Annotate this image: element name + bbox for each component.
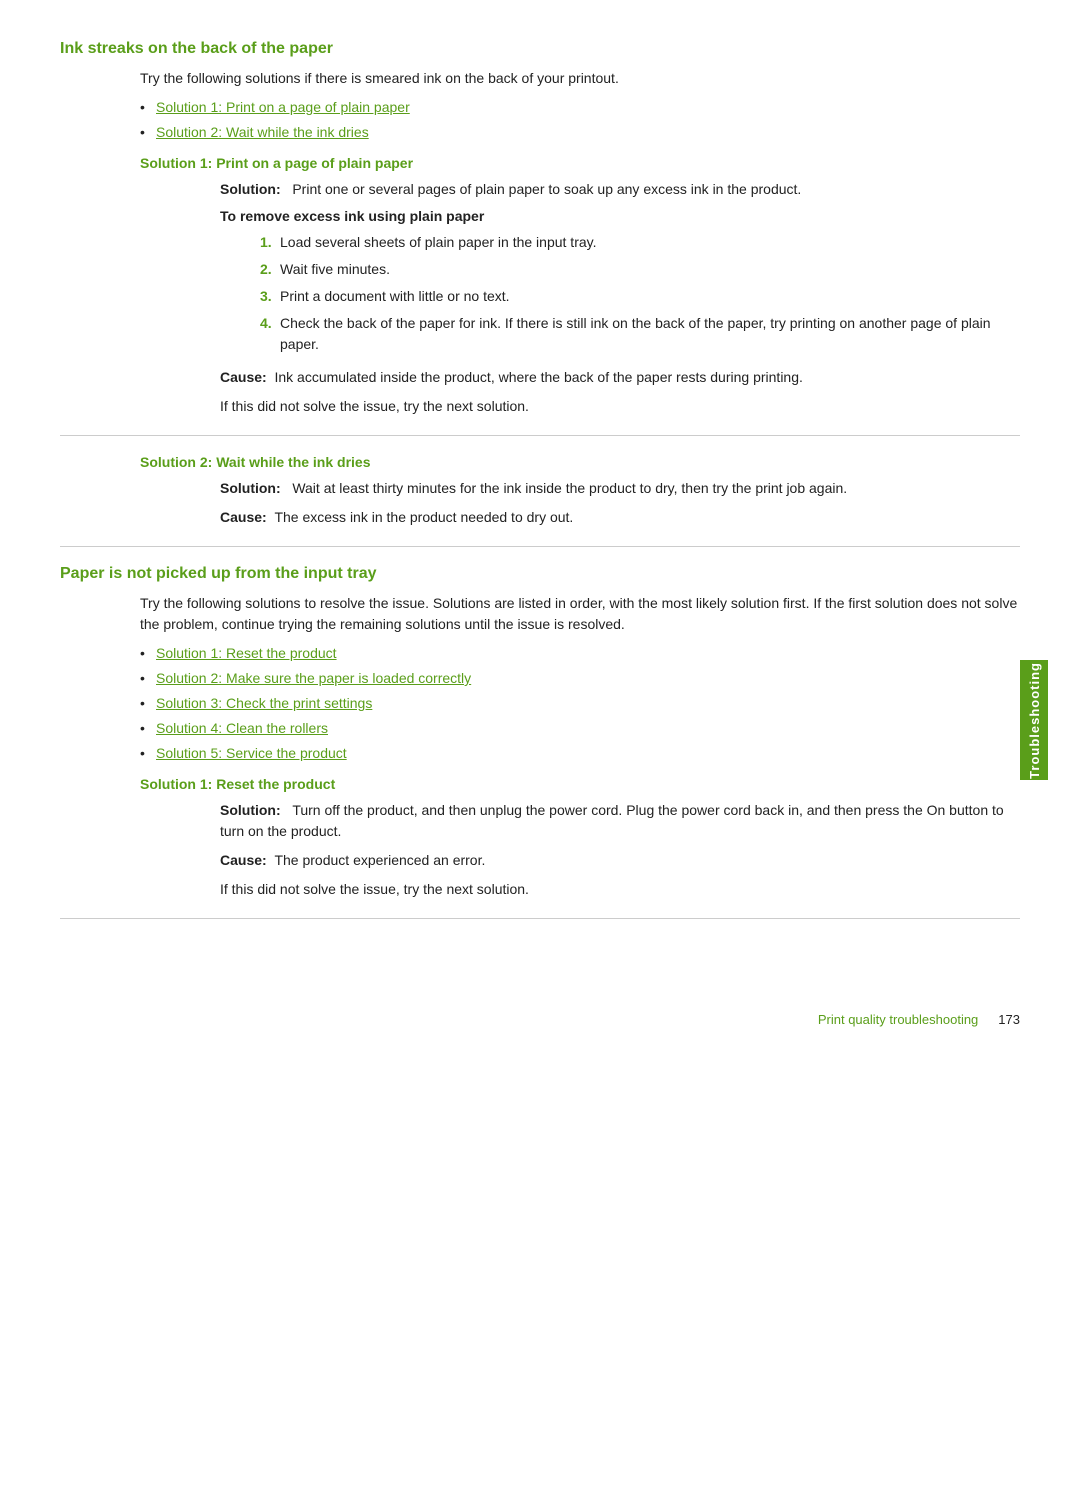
section2-if-text: If this did not solve the issue, try the… bbox=[220, 879, 1020, 900]
footer-link[interactable]: Print quality troubleshooting bbox=[818, 1012, 978, 1027]
section2-cause1-text: The product experienced an error. bbox=[274, 852, 485, 868]
page-content: Ink streaks on the back of the paper Try… bbox=[60, 0, 1020, 997]
section2-intro: Try the following solutions to resolve t… bbox=[140, 593, 1020, 635]
section1-link-list: Solution 1: Print on a page of plain pap… bbox=[140, 97, 1020, 143]
list-item: Solution 2: Wait while the ink dries bbox=[140, 122, 1020, 143]
link-s4-clean-rollers[interactable]: Solution 4: Clean the rollers bbox=[156, 720, 328, 736]
list-item: 2. Wait five minutes. bbox=[260, 259, 1020, 280]
link-solution2-ink-dries[interactable]: Solution 2: Wait while the ink dries bbox=[156, 124, 369, 140]
cause1-label: Cause: bbox=[220, 369, 267, 385]
section2-cause1: Cause: The product experienced an error. bbox=[220, 850, 1020, 871]
solution1-text: Solution: Print one or several pages of … bbox=[220, 179, 1020, 200]
section2-solution1-block: Solution 1: Reset the product Solution: … bbox=[140, 776, 1020, 900]
cause2-text: The excess ink in the product needed to … bbox=[274, 509, 573, 525]
link-s3-print-settings[interactable]: Solution 3: Check the print settings bbox=[156, 695, 372, 711]
solution1-heading: Solution 1: Print on a page of plain pap… bbox=[140, 155, 1020, 171]
link-s5-service[interactable]: Solution 5: Service the product bbox=[156, 745, 347, 761]
section2-solution1-text: Solution: Turn off the product, and then… bbox=[220, 800, 1020, 842]
list-item: 1. Load several sheets of plain paper in… bbox=[260, 232, 1020, 253]
solution2-label: Solution: bbox=[220, 480, 281, 496]
section-paper-not-picked: Paper is not picked up from the input tr… bbox=[60, 565, 1020, 919]
link-s2-paper-loaded[interactable]: Solution 2: Make sure the paper is loade… bbox=[156, 670, 471, 686]
solution1-steps: 1. Load several sheets of plain paper in… bbox=[260, 232, 1020, 355]
side-tab-label: Troubleshooting bbox=[1027, 662, 1042, 779]
section2-solution1-body: Turn off the product, and then unplug th… bbox=[220, 802, 1004, 839]
list-item: Solution 3: Check the print settings bbox=[140, 693, 1020, 714]
section1-intro: Try the following solutions if there is … bbox=[140, 68, 1020, 89]
step2-text: Wait five minutes. bbox=[280, 261, 390, 277]
step3-text: Print a document with little or no text. bbox=[280, 288, 510, 304]
side-tab: Troubleshooting bbox=[1020, 660, 1048, 780]
section-ink-streaks: Ink streaks on the back of the paper Try… bbox=[60, 40, 1020, 547]
solution2-block: Solution 2: Wait while the ink dries Sol… bbox=[140, 454, 1020, 528]
divider1 bbox=[60, 435, 1020, 436]
solution1-subheading: To remove excess ink using plain paper bbox=[220, 208, 1020, 224]
section2-cause1-label: Cause: bbox=[220, 852, 267, 868]
divider2 bbox=[60, 546, 1020, 547]
solution1-label: Solution: bbox=[220, 181, 281, 197]
solution1-if-text: If this did not solve the issue, try the… bbox=[220, 396, 1020, 417]
step1-text: Load several sheets of plain paper in th… bbox=[280, 234, 597, 250]
solution2-body: Wait at least thirty minutes for the ink… bbox=[292, 480, 847, 496]
section2-link-list: Solution 1: Reset the product Solution 2… bbox=[140, 643, 1020, 764]
section2-solution1-heading: Solution 1: Reset the product bbox=[140, 776, 1020, 792]
solution2-heading: Solution 2: Wait while the ink dries bbox=[140, 454, 1020, 470]
solution1-block: Solution 1: Print on a page of plain pap… bbox=[140, 155, 1020, 417]
solution2-text: Solution: Wait at least thirty minutes f… bbox=[220, 478, 1020, 499]
list-item: Solution 4: Clean the rollers bbox=[140, 718, 1020, 739]
list-item: Solution 1: Reset the product bbox=[140, 643, 1020, 664]
cause1-text: Ink accumulated inside the product, wher… bbox=[274, 369, 802, 385]
solution1-body: Print one or several pages of plain pape… bbox=[292, 181, 801, 197]
list-item: Solution 5: Service the product bbox=[140, 743, 1020, 764]
solution2-cause: Cause: The excess ink in the product nee… bbox=[220, 507, 1020, 528]
step4-text: Check the back of the paper for ink. If … bbox=[280, 315, 991, 352]
divider3 bbox=[60, 918, 1020, 919]
list-item: Solution 1: Print on a page of plain pap… bbox=[140, 97, 1020, 118]
footer-page-number: 173 bbox=[998, 1012, 1020, 1027]
section1-heading: Ink streaks on the back of the paper bbox=[60, 40, 1020, 58]
cause2-label: Cause: bbox=[220, 509, 267, 525]
list-item: Solution 2: Make sure the paper is loade… bbox=[140, 668, 1020, 689]
solution1-cause: Cause: Ink accumulated inside the produc… bbox=[220, 367, 1020, 388]
section2-solution1-label: Solution: bbox=[220, 802, 281, 818]
link-solution1-plain-paper[interactable]: Solution 1: Print on a page of plain pap… bbox=[156, 99, 410, 115]
list-item: 4. Check the back of the paper for ink. … bbox=[260, 313, 1020, 355]
list-item: 3. Print a document with little or no te… bbox=[260, 286, 1020, 307]
section2-heading: Paper is not picked up from the input tr… bbox=[60, 565, 1020, 583]
link-s1-reset[interactable]: Solution 1: Reset the product bbox=[156, 645, 337, 661]
